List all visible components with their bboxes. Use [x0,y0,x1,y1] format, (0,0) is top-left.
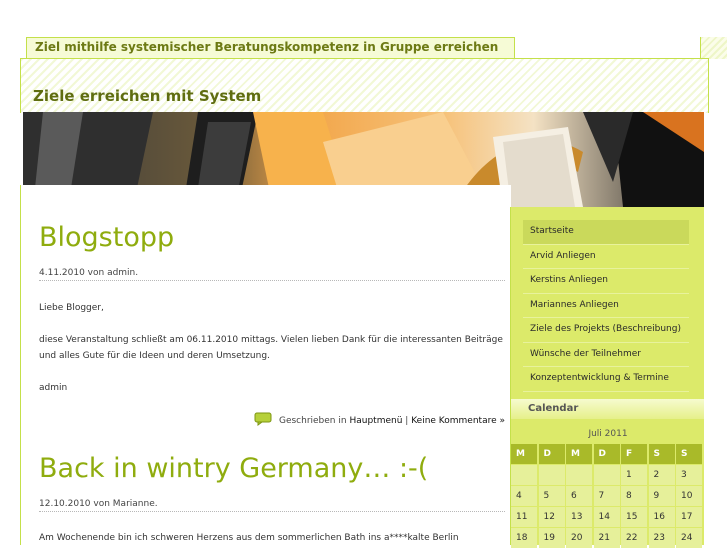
calendar-empty-cell [538,465,565,485]
post-title[interactable]: Blogstopp [39,222,174,253]
calendar-day: 19 [538,528,565,548]
site-tagline: Ziel mithilfe systemischer Beratungskomp… [35,40,499,54]
nav-item-kerstin[interactable]: Kerstins Anliegen [523,269,689,294]
calendar-day: 7 [593,486,620,506]
calendar-day: 23 [648,528,675,548]
calendar-weekday: M [566,444,592,464]
calendar-weekday: S [648,444,675,464]
calendar-day: 9 [648,486,675,506]
calendar-empty-cell [566,465,592,485]
post-paragraph: Am Wochenende bin ich schweren Herzens a… [39,533,459,543]
calendar-day: 12 [538,507,565,527]
calendar-widget-header: Calendar [511,399,705,419]
site-title[interactable]: Ziele erreichen mit System [33,87,261,105]
calendar-day: 2 [648,465,675,485]
calendar-day: 24 [676,528,702,548]
calendar-empty-cell [511,465,537,485]
post-meta-divider [39,280,505,281]
post-title[interactable]: Back in wintry Germany… :-( [39,453,428,484]
calendar-heading: Calendar [528,403,579,414]
post-footer: Geschrieben in Hauptmenü | Keine Komment… [254,412,505,429]
calendar-weekday: D [538,444,565,464]
main-content: Blogstopp 4.11.2010 von admin. Liebe Blo… [20,185,511,545]
nav-item-ziele[interactable]: Ziele des Projekts (Beschreibung) [523,318,689,343]
calendar-grid: M D M D F S S 1 2 3 4 5 6 7 8 9 10 11 12… [511,444,705,549]
calendar-weekday: M [511,444,537,464]
calendar-weekday: D [593,444,620,464]
calendar-weekday: S [676,444,702,464]
post-paragraph: Liebe Blogger, [39,303,104,313]
post-category-link[interactable]: Hauptmenü [349,416,402,426]
calendar-weekday: F [621,444,647,464]
calendar-day: 3 [676,465,702,485]
site-tagline-bar: Ziel mithilfe systemischer Beratungskomp… [26,37,515,58]
calendar-day: 11 [511,507,537,527]
calendar-day: 21 [593,528,620,548]
post-meta: 4.11.2010 von admin. [39,268,139,278]
sidebar: Startseite Arvid Anliegen Kerstins Anlie… [510,207,705,548]
calendar-day: 10 [676,486,702,506]
calendar-day: 13 [566,507,592,527]
site-header: Ziele erreichen mit System [20,58,709,113]
post-meta: 12.10.2010 von Marianne. [39,499,158,509]
post-paragraph: diese Veranstaltung schließt am 06.11.20… [39,335,503,361]
sidebar-nav: Startseite Arvid Anliegen Kerstins Anlie… [523,220,689,392]
calendar-day: 14 [593,507,620,527]
nav-item-wuensche[interactable]: Wünsche der Teilnehmer [523,343,689,367]
page-right-margin [704,207,727,545]
calendar-day: 22 [621,528,647,548]
calendar-week-row: 11 12 13 14 15 16 17 [511,507,705,528]
calendar-day: 16 [648,507,675,527]
page-left-margin [0,185,20,545]
post-meta-divider [39,511,505,512]
calendar-day: 5 [538,486,565,506]
nav-item-arvid[interactable]: Arvid Anliegen [523,245,689,269]
comment-bubble-icon [254,412,272,429]
header-stripe-decoration [700,37,727,59]
calendar-week-row: 18 19 20 21 22 23 24 [511,528,705,549]
nav-item-startseite[interactable]: Startseite [523,220,689,245]
calendar-month: Juli 2011 [588,429,628,439]
calendar-day: 4 [511,486,537,506]
calendar-weekday-row: M D M D F S S [511,444,705,465]
calendar-empty-cell [593,465,620,485]
post-footer-prefix: Geschrieben in [278,416,347,426]
calendar-week-row: 1 2 3 [511,465,705,486]
calendar-day: 6 [566,486,592,506]
nav-item-konzept[interactable]: Konzeptentwicklung & Termine [523,367,689,392]
calendar-day: 1 [621,465,647,485]
calendar-day: 15 [621,507,647,527]
calendar-day: 18 [511,528,537,548]
calendar-day: 8 [621,486,647,506]
nav-item-marianne[interactable]: Mariannes Anliegen [523,294,689,318]
calendar-week-row: 4 5 6 7 8 9 10 [511,486,705,507]
post-footer-separator: | [405,416,409,426]
post-paragraph: admin [39,383,68,393]
post-comments-link[interactable]: Keine Kommentare » [411,416,505,426]
calendar-day: 20 [566,528,592,548]
calendar-day: 17 [676,507,702,527]
